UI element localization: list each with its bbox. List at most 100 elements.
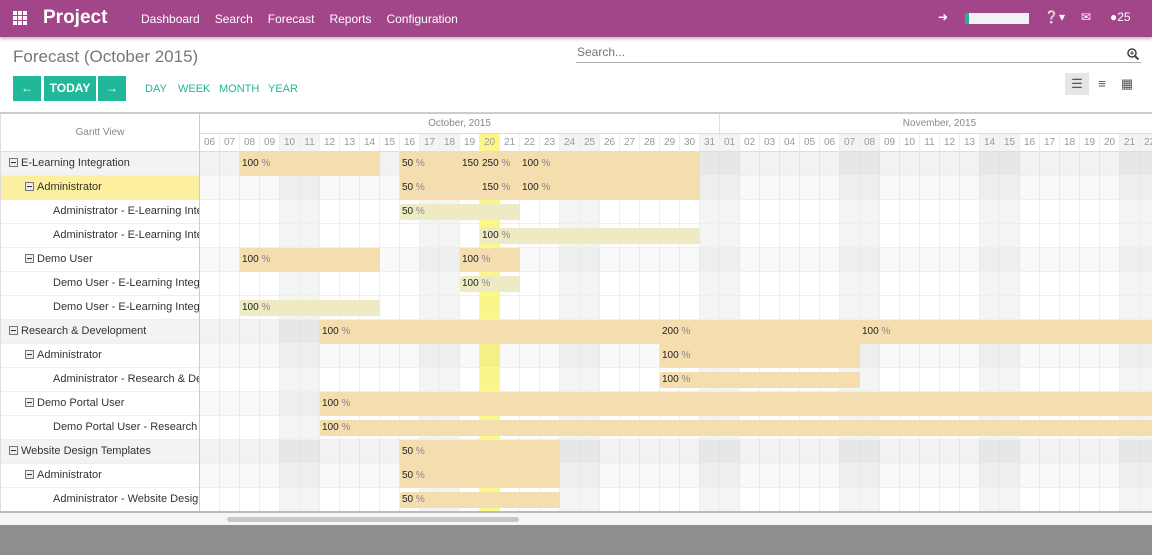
gantt-view-icon[interactable]: ☰ xyxy=(1065,73,1089,95)
scale-day[interactable]: DAY xyxy=(145,83,167,95)
menu-forecast[interactable]: Forecast xyxy=(268,12,315,26)
collapse-icon[interactable] xyxy=(25,182,34,191)
gantt-row-label[interactable]: Demo User - E-Learning Integra xyxy=(1,296,199,320)
gantt-bar[interactable]: 100 % xyxy=(240,300,380,316)
gantt-row-label[interactable]: Demo User - E-Learning Integra xyxy=(1,272,199,296)
day-header: 10 xyxy=(900,134,920,152)
month-header: October, 2015 xyxy=(200,114,720,134)
gantt-row-label[interactable]: Administrator xyxy=(1,464,199,488)
prev-button[interactable]: ← xyxy=(13,76,41,101)
menu-dashboard[interactable]: Dashboard xyxy=(141,12,200,26)
gantt-row-label[interactable]: E-Learning Integration xyxy=(1,152,199,176)
gantt-row-label[interactable]: Demo Portal User xyxy=(1,392,199,416)
gantt-row: 100 % xyxy=(200,272,1152,296)
row-label-text: Demo Portal User xyxy=(37,397,125,409)
messages-button[interactable]: ●25 xyxy=(1110,10,1131,24)
gantt-bar[interactable]: 50 % 150 % 100 % xyxy=(400,176,700,200)
gantt-row-label[interactable]: Demo Portal User - Research & xyxy=(1,416,199,440)
gantt-bar[interactable]: 50 % xyxy=(400,204,520,220)
collapse-icon[interactable] xyxy=(25,470,34,479)
gantt-row-label[interactable]: Administrator - E-Learning Integ xyxy=(1,200,199,224)
month-header: November, 2015 xyxy=(720,114,1152,134)
load-unit: % xyxy=(415,182,425,193)
menu-configuration[interactable]: Configuration xyxy=(386,12,457,26)
horizontal-scrollbar[interactable] xyxy=(0,513,1152,525)
gantt-bar[interactable]: 50 % 150 250 % 100 % xyxy=(400,152,700,176)
collapse-icon[interactable] xyxy=(25,350,34,359)
gantt-row: 100 % xyxy=(200,344,1152,368)
load-unit: % xyxy=(415,470,425,481)
day-header: 16 xyxy=(400,134,420,152)
load-unit: % xyxy=(261,254,271,265)
load-unit: % xyxy=(415,446,425,457)
day-header: 15 xyxy=(1000,134,1020,152)
mail-icon[interactable]: ✉ xyxy=(1081,10,1091,24)
menu-reports[interactable]: Reports xyxy=(329,12,371,26)
gantt-bar[interactable]: 100 % xyxy=(660,344,860,368)
load-unit: % xyxy=(501,230,511,241)
load-value: 50 xyxy=(402,494,414,505)
search-icon[interactable] xyxy=(1127,48,1139,60)
gantt-bar[interactable]: 50 % xyxy=(400,464,560,488)
gantt-row-label[interactable]: Administrator - Research & Deve xyxy=(1,368,199,392)
day-header: 08 xyxy=(860,134,880,152)
gantt-row-label[interactable]: Research & Development xyxy=(1,320,199,344)
gantt-bar[interactable]: 100 % 200 % 100 % xyxy=(320,320,1152,344)
bar-load-label: 50 % xyxy=(402,464,425,488)
today-button[interactable]: TODAY xyxy=(44,76,96,101)
list-view-icon[interactable]: ≡ xyxy=(1090,73,1114,95)
gantt-row-label[interactable]: Administrator xyxy=(1,344,199,368)
gantt-bar[interactable]: 100 % xyxy=(480,228,700,244)
grid-view-icon[interactable]: ▦ xyxy=(1115,73,1139,95)
day-header: 27 xyxy=(620,134,640,152)
help-dropdown-icon[interactable]: ❔▾ xyxy=(1044,10,1065,24)
collapse-icon[interactable] xyxy=(9,158,18,167)
bar-load-label: 100 % xyxy=(462,276,490,292)
gantt-bar[interactable]: 100 % xyxy=(240,152,380,176)
gantt-row-label[interactable]: Administrator - Website Design T xyxy=(1,488,199,511)
gantt-bar[interactable]: 100 % xyxy=(460,248,520,272)
load-unit: % xyxy=(501,158,511,169)
day-header: 21 xyxy=(1120,134,1140,152)
sign-in-icon[interactable]: ➜ xyxy=(938,10,948,24)
gantt-bar[interactable]: 100 % xyxy=(460,276,520,292)
gantt-row-label[interactable]: Administrator - E-Learning Integ xyxy=(1,224,199,248)
apps-grid-icon[interactable] xyxy=(13,11,27,25)
collapse-icon[interactable] xyxy=(25,254,34,263)
scale-week[interactable]: WEEK xyxy=(178,83,210,95)
load-value: 100 xyxy=(462,278,479,289)
load-value: 100 xyxy=(662,350,679,361)
gantt-bar[interactable]: 100 % xyxy=(320,420,1152,436)
progress-bar[interactable] xyxy=(965,13,1029,24)
bar-load-label: 250 % xyxy=(482,152,510,176)
load-unit: % xyxy=(881,326,891,337)
load-unit: % xyxy=(481,278,491,289)
load-unit: % xyxy=(681,326,691,337)
load-value: 100 xyxy=(322,422,339,433)
gantt-row-label[interactable]: Administrator xyxy=(1,176,199,200)
load-value: 250 xyxy=(482,158,499,169)
scale-month[interactable]: MONTH xyxy=(219,83,259,95)
bar-load-label: 50 % xyxy=(402,204,425,220)
gantt-bar[interactable]: 100 % xyxy=(240,248,380,272)
gantt-row-label[interactable]: Website Design Templates xyxy=(1,440,199,464)
collapse-icon[interactable] xyxy=(9,446,18,455)
gantt-bar[interactable]: 100 % xyxy=(660,372,860,388)
day-header: 03 xyxy=(760,134,780,152)
day-header: 07 xyxy=(220,134,240,152)
collapse-icon[interactable] xyxy=(25,398,34,407)
gantt-row-label[interactable]: Demo User xyxy=(1,248,199,272)
collapse-icon[interactable] xyxy=(9,326,18,335)
next-button[interactable]: → xyxy=(98,76,126,101)
gantt-bar[interactable]: 100 % xyxy=(320,392,1152,416)
gantt-row: 100 % 100 % xyxy=(200,248,1152,272)
menu-search[interactable]: Search xyxy=(215,12,253,26)
gantt-bar[interactable]: 50 % xyxy=(400,440,560,464)
scrollbar-thumb[interactable] xyxy=(227,517,519,522)
search-input[interactable] xyxy=(577,45,1117,59)
gantt-bar[interactable]: 50 % xyxy=(400,492,560,508)
bar-load-label: 100 % xyxy=(322,392,350,416)
row-label-text: Demo User - E-Learning Integra xyxy=(53,301,199,313)
bar-load-label: 150 xyxy=(462,152,479,176)
scale-year[interactable]: YEAR xyxy=(268,83,298,95)
